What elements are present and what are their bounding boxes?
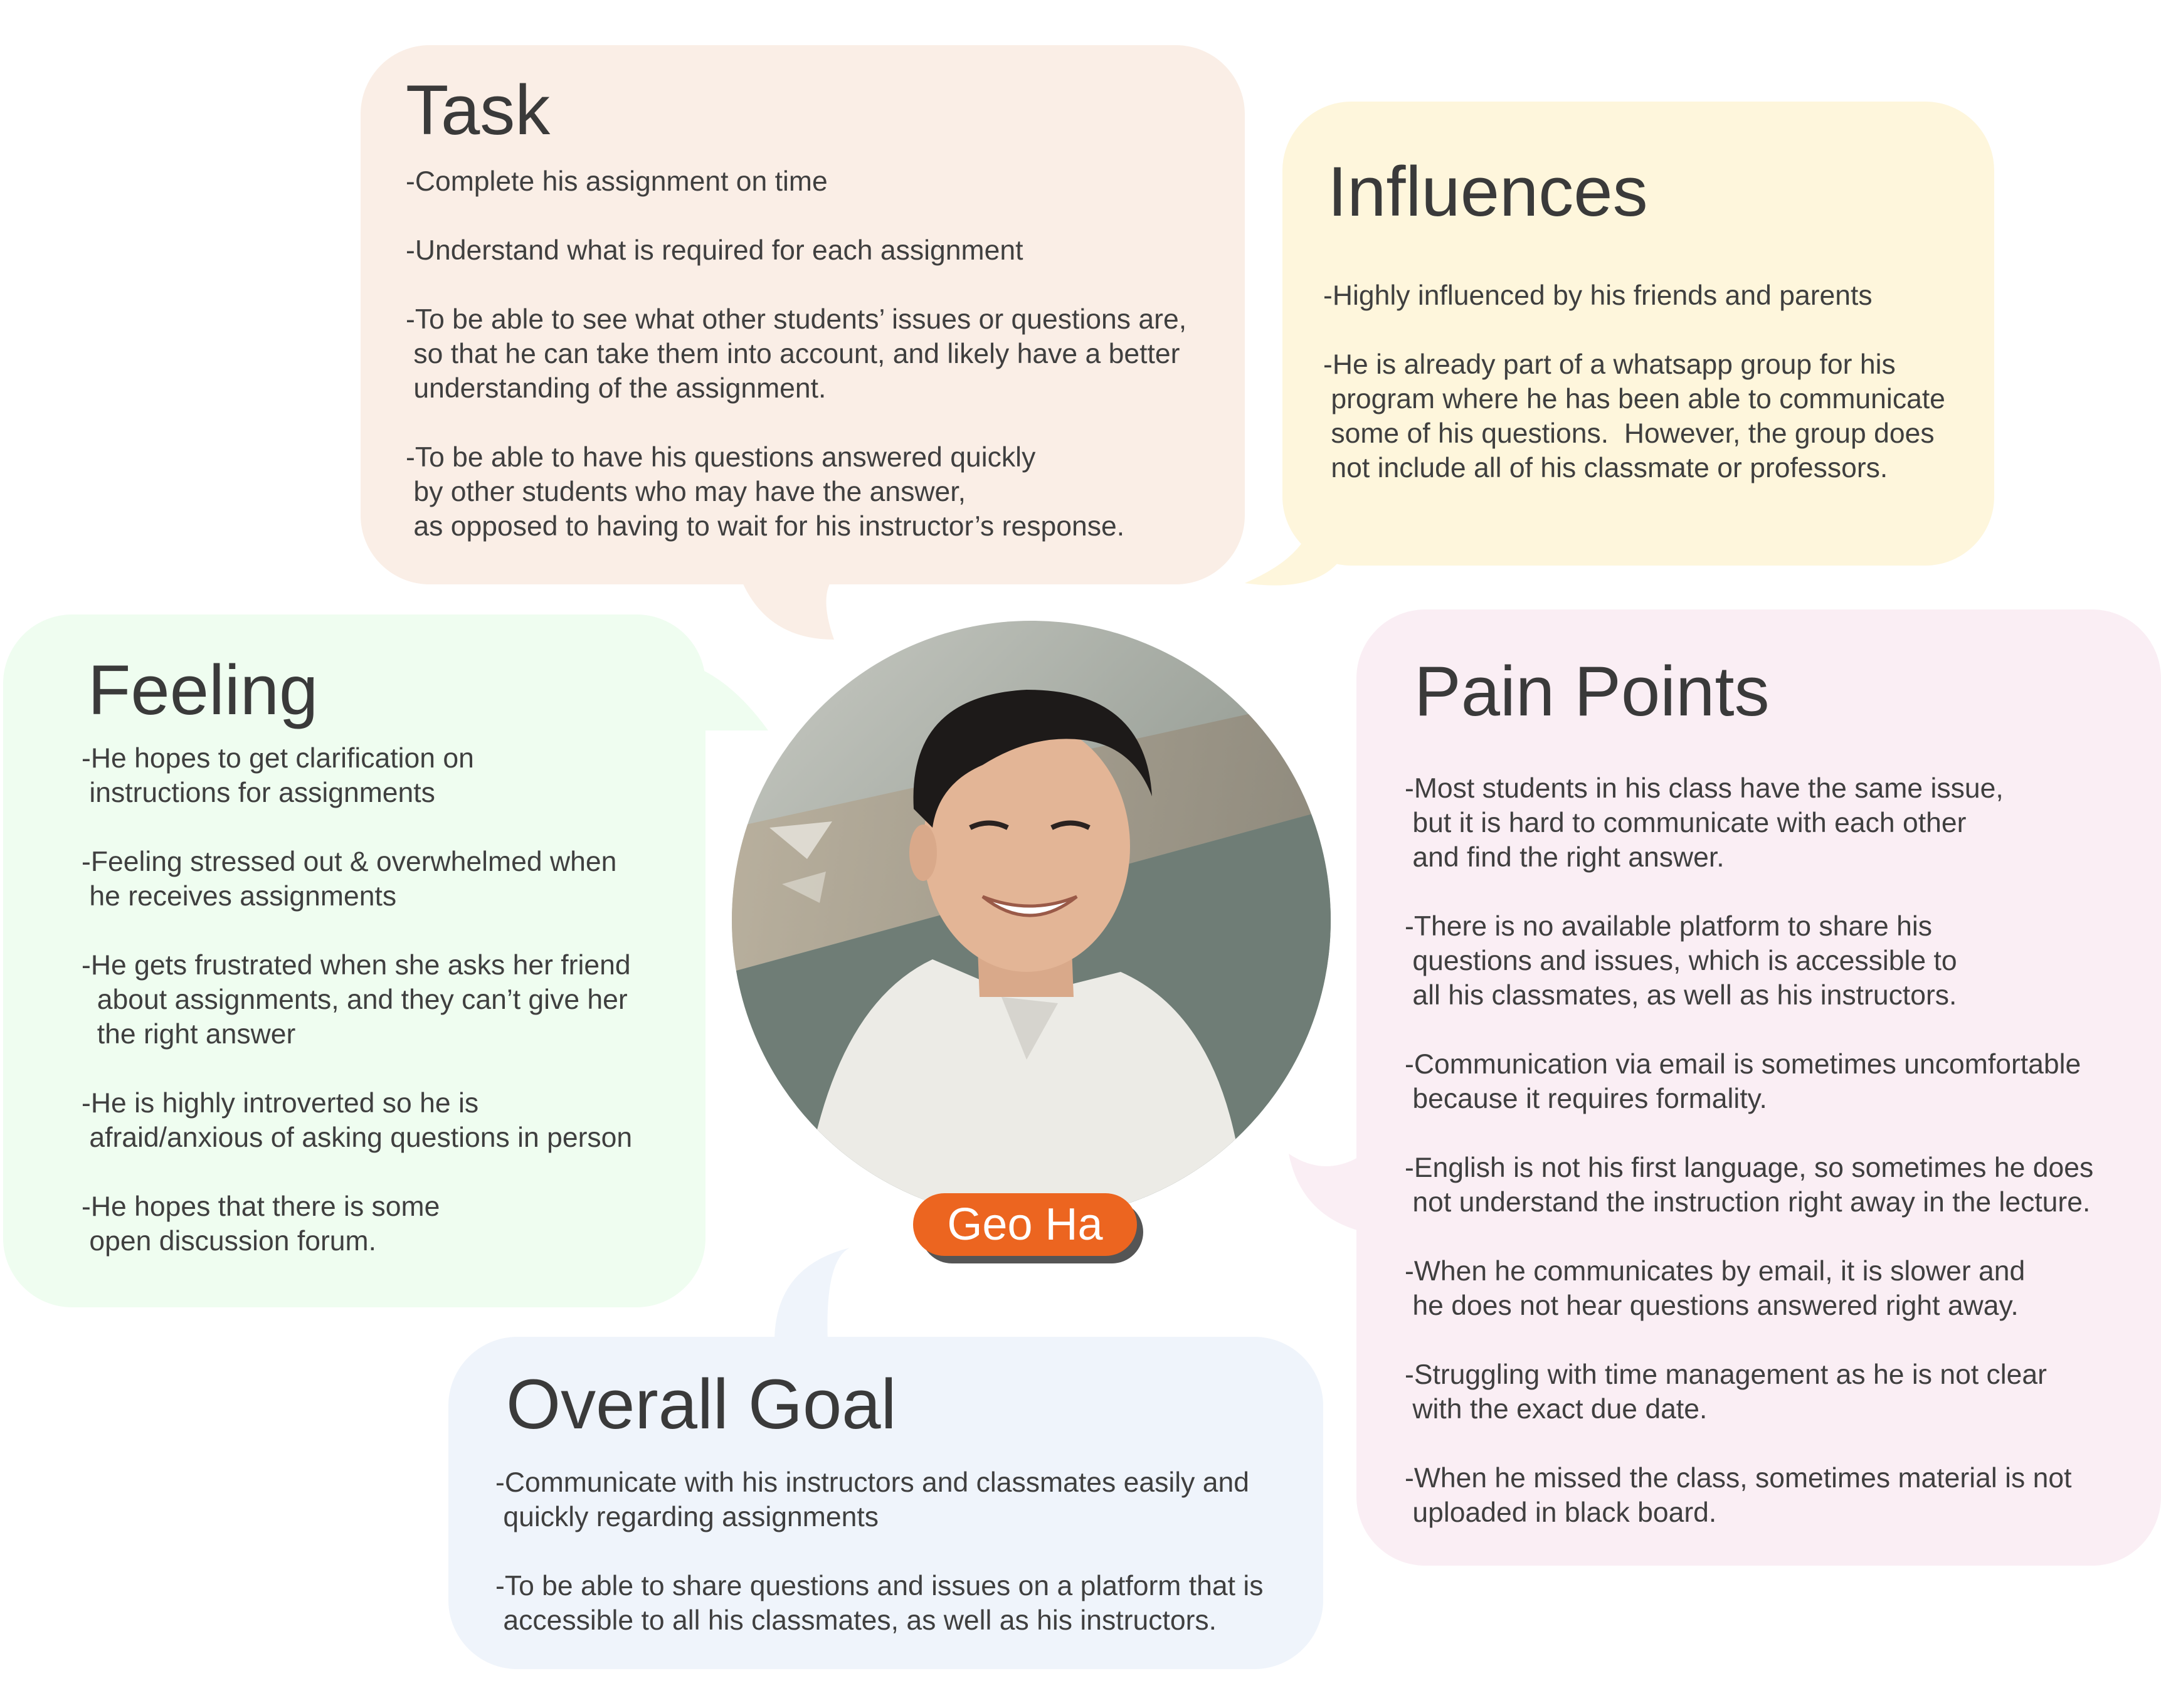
text-line	[406, 199, 1186, 233]
text-line: because it requires formality.	[1405, 1083, 1767, 1114]
text-line: uploaded in black board.	[1405, 1497, 1717, 1528]
text-line: program where he has been able to commun…	[1323, 384, 1945, 414]
text-line: -He is already part of a whatsapp group …	[1323, 349, 1896, 380]
text-line: -Communicate with his instructors and cl…	[495, 1467, 1249, 1498]
text-line: -When he missed the class, sometimes mat…	[1405, 1463, 2072, 1494]
task-title: Task	[406, 71, 551, 149]
text-line: -He gets frustrated when she asks her fr…	[82, 950, 631, 981]
text-line	[1323, 313, 1945, 347]
text-line: -Highly influenced by his friends and pa…	[1323, 280, 1873, 311]
overall-goal-bubble: Overall Goal -Communicate with his instr…	[448, 1337, 1323, 1669]
text-line: -He hopes to get clarification on	[82, 743, 474, 774]
text-line: by other students who may have the answe…	[406, 477, 966, 507]
text-line: understanding of the assignment.	[406, 373, 827, 404]
text-line	[1405, 1116, 2093, 1151]
text-line: accessible to all his classmates, as wel…	[495, 1605, 1217, 1636]
text-line: -Complete his assignment on time	[406, 166, 828, 197]
text-line: he receives assignments	[82, 881, 397, 912]
text-line: -Struggling with time management as he i…	[1405, 1359, 2047, 1390]
text-line: instructions for assignments	[82, 778, 435, 808]
text-line: quickly regarding assignments	[495, 1502, 879, 1532]
text-line: not understand the instruction right awa…	[1405, 1187, 2091, 1218]
text-line: open discussion forum.	[82, 1226, 376, 1257]
influences-title: Influences	[1328, 152, 1648, 231]
text-line	[1405, 1220, 2093, 1254]
text-line: but it is hard to communicate with each …	[1405, 808, 1967, 838]
text-line	[406, 406, 1186, 440]
feeling-title: Feeling	[88, 651, 319, 729]
text-line: all his classmates, as well as his instr…	[1405, 980, 1957, 1011]
task-text: -Complete his assignment on time -Underst…	[406, 164, 1186, 544]
feeling-text: -He hopes to get clarification on instru…	[82, 741, 632, 1258]
text-line	[1405, 1323, 2093, 1357]
text-line: as opposed to having to wait for his ins…	[406, 511, 1125, 542]
text-line: -He hopes that there is some	[82, 1191, 440, 1222]
influences-bubble: Influences -Highly influenced by his fri…	[1282, 102, 1994, 566]
task-bubble-tail	[740, 577, 834, 640]
text-line	[1405, 875, 2093, 909]
text-line: afraid/anxious of asking questions in pe…	[82, 1122, 633, 1153]
text-line: about assignments, and they can’t give h…	[82, 984, 628, 1015]
text-line	[82, 914, 632, 948]
text-line: -There is no available platform to share…	[1405, 911, 1932, 942]
person-photo-icon	[732, 621, 1331, 1220]
text-line: -When he communicates by email, it is sl…	[1405, 1256, 2026, 1287]
text-line: -Understand what is required for each as…	[406, 235, 1023, 266]
pain-points-title: Pain Points	[1414, 652, 1770, 730]
text-line: -He is highly introverted so he is	[82, 1088, 479, 1119]
feeling-bubble: Feeling -He hopes to get clarification o…	[3, 614, 705, 1307]
text-line: -Feeling stressed out & overwhelmed when	[82, 846, 617, 877]
text-line: -Most students in his class have the sam…	[1405, 773, 2004, 804]
text-line: the right answer	[82, 1019, 296, 1050]
text-line	[1405, 1426, 2093, 1461]
text-line: -To be able to share questions and issue…	[495, 1571, 1264, 1601]
text-line: and find the right answer.	[1405, 842, 1725, 873]
text-line: -Communication via email is sometimes un…	[1405, 1049, 2081, 1080]
overall-goal-text: -Communicate with his instructors and cl…	[495, 1465, 1263, 1638]
text-line: questions and issues, which is accessibl…	[1405, 946, 1957, 976]
text-line: he does not hear questions answered righ…	[1405, 1290, 2019, 1321]
influences-text: -Highly influenced by his friends and pa…	[1323, 278, 1945, 485]
text-line: some of his questions. However, the grou…	[1323, 418, 1935, 449]
text-line: -To be able to see what other students’ …	[406, 304, 1187, 335]
overall-goal-title: Overall Goal	[506, 1365, 897, 1443]
text-line	[82, 1155, 632, 1189]
text-line	[1405, 1013, 2093, 1047]
persona-name-badge: Geo Ha	[913, 1193, 1137, 1256]
text-line	[82, 810, 632, 845]
text-line	[495, 1534, 1263, 1569]
text-line: -To be able to have his questions answer…	[406, 442, 1036, 473]
persona-photo	[732, 621, 1331, 1220]
text-line: not include all of his classmate or prof…	[1323, 453, 1888, 483]
text-line: so that he can take them into account, a…	[406, 339, 1180, 369]
text-line: -English is not his first language, so s…	[1405, 1152, 2094, 1183]
text-line	[82, 1052, 632, 1086]
pain-points-bubble: Pain Points -Most students in his class …	[1356, 609, 2161, 1566]
pain-points-text: -Most students in his class have the sam…	[1405, 771, 2093, 1530]
text-line	[406, 268, 1186, 302]
task-bubble: Task -Complete his assignment on time -Un…	[361, 45, 1245, 584]
goal-bubble-tail	[774, 1248, 850, 1342]
text-line: with the exact due date.	[1405, 1394, 1708, 1425]
